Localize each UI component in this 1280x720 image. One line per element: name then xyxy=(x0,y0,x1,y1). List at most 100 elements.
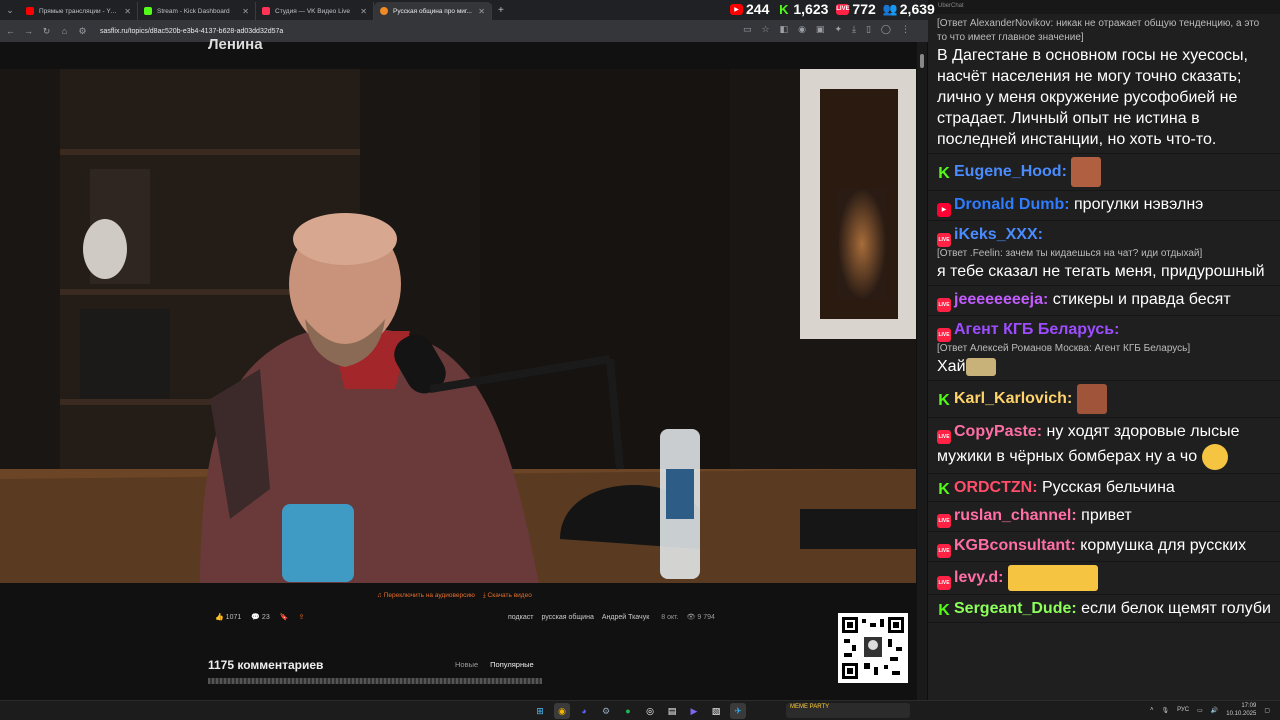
tab-youtube[interactable]: Прямые трансляции - YouTube ✕ xyxy=(20,2,138,20)
scrollbar-thumb[interactable] xyxy=(920,54,924,68)
language-indicator[interactable]: РУС xyxy=(1177,707,1189,713)
viewer-stats: ▶ 244 K 1,623 LIVE 772 👥 2,639 xyxy=(730,0,935,18)
tab-title: Stream - Kick Dashboard xyxy=(157,7,230,15)
app-icon[interactable]: ▤ xyxy=(664,703,680,719)
username: Sergeant_Dude: xyxy=(954,600,1077,617)
close-tab-icon[interactable]: ✕ xyxy=(124,7,131,16)
username: iKeks_XXX: xyxy=(954,226,1043,243)
page-scrollbar[interactable] xyxy=(917,42,927,700)
youtube-icon: ▶ xyxy=(730,3,743,15)
url-field[interactable]: sasflix.ru/topics/d8ac520b-e3b4-4137-b62… xyxy=(100,28,283,35)
chrome-icon[interactable]: ◉ xyxy=(554,703,570,719)
kick-icon: K xyxy=(938,602,950,619)
tag-community[interactable]: русская община xyxy=(541,614,593,621)
notifications-icon[interactable]: ▢ xyxy=(1264,707,1270,714)
chat-message: LIVE jeeeeeeeeja: стикеры и правда бесят xyxy=(928,286,1280,316)
taskbar-apps: ⊞ ◉ ◕ ⚙ ● ◎ ▤ ▶ ▧ ✈ xyxy=(532,703,746,719)
close-tab-icon[interactable]: ✕ xyxy=(242,7,249,16)
video-player[interactable] xyxy=(0,69,916,583)
tab-search-icon[interactable]: ⌄ xyxy=(0,0,20,20)
comments-button[interactable]: 💬 23 xyxy=(251,613,269,621)
chat-message: LIVE KGBconsultant: кормушка для русских xyxy=(928,532,1280,562)
extension-icon[interactable]: ◉ xyxy=(798,24,806,35)
volume-icon[interactable]: 🔊 xyxy=(1211,707,1218,714)
mic-icon[interactable]: 🎙 xyxy=(1162,707,1170,714)
message-text: Хай xyxy=(937,358,966,375)
share-button[interactable]: ⇪ xyxy=(298,613,304,621)
app-icon[interactable]: ▧ xyxy=(708,703,724,719)
network-icon[interactable]: ▭ xyxy=(1197,707,1203,714)
site-favicon-icon xyxy=(380,7,388,15)
audio-version-link[interactable]: ♫ Переключить на аудиоверсию xyxy=(377,592,475,600)
app-icon[interactable]: ▶ xyxy=(686,703,702,719)
kick-icon: K xyxy=(938,481,950,498)
obs-icon[interactable]: ◎ xyxy=(642,703,658,719)
tab-title: Прямые трансляции - YouTube xyxy=(39,7,119,15)
vk-live-icon: LIVE xyxy=(937,544,951,558)
chat-message: ▶ Dronald Dumb: прогулки нэвэлнэ xyxy=(928,191,1280,221)
comments-title: 1175 комментариев xyxy=(208,658,324,672)
discord-icon[interactable]: ◕ xyxy=(576,703,592,719)
extensions-puzzle-icon[interactable]: ✦ xyxy=(834,24,842,35)
kick-favicon-icon xyxy=(144,7,152,15)
chat-message: K Sergeant_Dude: если белок щемят голуби xyxy=(928,595,1280,623)
tab-kick[interactable]: Stream - Kick Dashboard ✕ xyxy=(138,2,256,20)
tag-podcast[interactable]: подкаст xyxy=(508,614,533,621)
eye-icon: 👁 xyxy=(686,614,696,621)
chat-message: K Karl_Karlovich: xyxy=(928,381,1280,418)
download-video-label: Скачать видео xyxy=(487,592,532,599)
tab-active-article[interactable]: Русская община про миг... ✕ xyxy=(374,2,492,20)
vk-live-icon: LIVE xyxy=(937,514,951,528)
vk-live-icon: LIVE xyxy=(937,576,951,591)
profile-icon[interactable]: ◯ xyxy=(881,24,891,35)
chat-header: UberChat xyxy=(928,0,1280,14)
video-frame-image xyxy=(0,69,916,583)
bookmark-star-icon[interactable]: ☆ xyxy=(761,24,769,35)
clock[interactable]: 17:09 10.10.2025 xyxy=(1226,702,1256,718)
reload-icon[interactable]: ↻ xyxy=(42,26,51,37)
vk-live-icon: LIVE xyxy=(836,3,850,15)
stat-vk-live: LIVE 772 xyxy=(836,1,876,17)
sort-popular-tab[interactable]: Популярные xyxy=(490,660,534,669)
kick-icon: K xyxy=(779,1,789,17)
menu-icon[interactable]: ⋮ xyxy=(901,24,910,35)
article-page: Ленина ♫ Переключить на аудиоверсию ⤓ Ск… xyxy=(0,36,920,700)
like-button[interactable]: 👍 1071 xyxy=(215,613,241,621)
vk-favicon-icon xyxy=(262,7,270,15)
extension-icon[interactable]: ◧ xyxy=(780,24,789,35)
chat-message: LIVE Агент КГБ Беларусь: [Ответ Алексей Р… xyxy=(928,316,1280,381)
spotify-icon[interactable]: ● xyxy=(620,703,636,719)
download-video-link[interactable]: ⤓ Скачать видео xyxy=(483,592,532,600)
chevron-up-icon[interactable]: ˄ xyxy=(1150,707,1154,713)
tab-vk[interactable]: Студия — VK Видео Live ✕ xyxy=(256,2,374,20)
back-icon[interactable]: ← xyxy=(6,26,15,36)
download-icon[interactable]: ⤓ xyxy=(852,24,856,35)
message-text: В Дагестане в основном госы не хуесосы, … xyxy=(937,47,1248,148)
youtube-icon: ▶ xyxy=(937,203,951,217)
close-tab-icon[interactable]: ✕ xyxy=(360,7,367,16)
steam-icon[interactable]: ⚙ xyxy=(598,703,614,719)
extension-icon[interactable]: ▣ xyxy=(816,24,825,35)
username: Karl_Karlovich: xyxy=(954,390,1073,408)
tag-list: подкаст русская община Андрей Ткачук 8 о… xyxy=(508,613,715,622)
bookmark-button[interactable]: 🔖 xyxy=(280,613,289,621)
new-tab-button[interactable]: + xyxy=(492,5,504,16)
close-tab-icon[interactable]: ✕ xyxy=(478,7,485,16)
sidebar-icon[interactable]: ▯ xyxy=(866,24,871,35)
tag-author[interactable]: Андрей Ткачук xyxy=(602,614,649,621)
chat-message: K Eugene_Hood: xyxy=(928,154,1280,191)
meme-party-widget[interactable]: MEME PARTY xyxy=(786,703,910,718)
like-count: 1071 xyxy=(225,614,242,621)
chat-message: LIVE iKeks_XXX: [Ответ .Feelin: зачем ты … xyxy=(928,221,1280,286)
username: KGBconsultant: xyxy=(954,537,1076,554)
site-info-icon[interactable]: ⚙ xyxy=(78,26,87,37)
start-icon[interactable]: ⊞ xyxy=(532,703,548,719)
telegram-icon[interactable]: ✈ xyxy=(730,703,746,719)
sort-new-tab[interactable]: Новые xyxy=(455,660,478,669)
forward-icon[interactable]: → xyxy=(24,26,33,36)
home-icon[interactable]: ⌂ xyxy=(60,26,69,36)
cast-icon[interactable]: ▭ xyxy=(743,24,752,35)
browser-toolbar: ▭ ☆ ◧ ◉ ▣ ✦ ⤓ ▯ ◯ ⋮ xyxy=(743,24,910,35)
tab-title: Русская община про миг... xyxy=(393,7,472,15)
publish-date: 8 окт. xyxy=(661,613,679,621)
